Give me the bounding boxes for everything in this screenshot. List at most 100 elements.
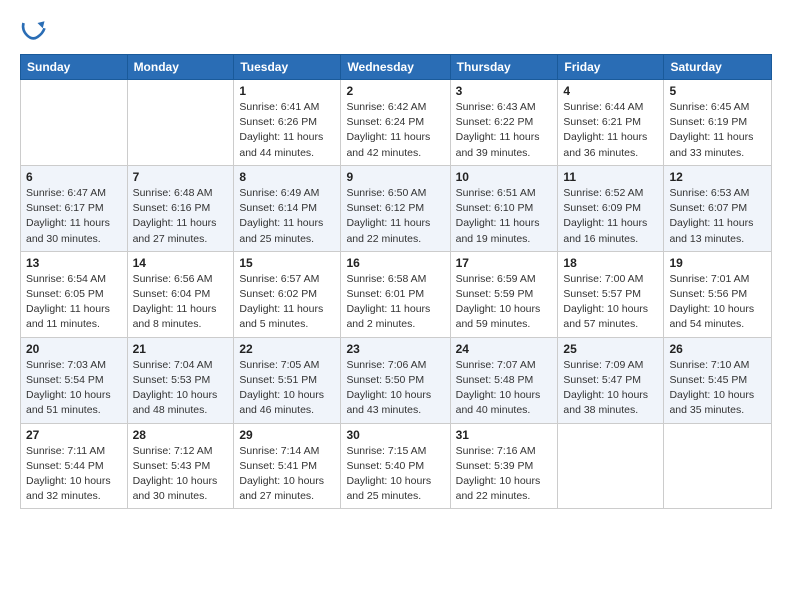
calendar-cell: 11Sunrise: 6:52 AM Sunset: 6:09 PM Dayli…	[558, 165, 664, 251]
header	[20, 16, 772, 44]
weekday-header-monday: Monday	[127, 55, 234, 80]
calendar-cell: 28 Sunrise: 7:12 AM Sunset: 5:43 PM Dayli…	[127, 423, 234, 509]
calendar-cell: 22Sunrise: 7:05 AM Sunset: 5:51 PM Dayli…	[234, 337, 341, 423]
day-number: 16	[346, 256, 444, 270]
day-info: Sunrise: 7:11 AM Sunset: 5:44 PM Dayligh…	[26, 444, 122, 505]
calendar-cell: 15Sunrise: 6:57 AM Sunset: 6:02 PM Dayli…	[234, 251, 341, 337]
day-info: Sunrise: 7:14 AM Sunset: 5:41 PM Dayligh…	[239, 444, 335, 505]
calendar-cell: 20 Sunrise: 7:03 AM Sunset: 5:54 PM Dayli…	[21, 337, 128, 423]
day-number: 6	[26, 170, 122, 184]
day-info: Sunrise: 6:41 AM Sunset: 6:26 PM Dayligh…	[239, 100, 335, 161]
weekday-header-saturday: Saturday	[664, 55, 772, 80]
calendar-cell: 24 Sunrise: 7:07 AM Sunset: 5:48 PM Dayli…	[450, 337, 558, 423]
day-info: Sunrise: 6:50 AM Sunset: 6:12 PM Dayligh…	[346, 186, 444, 247]
day-info: Sunrise: 6:58 AM Sunset: 6:01 PM Dayligh…	[346, 272, 444, 333]
calendar-cell: 7 Sunrise: 6:48 AM Sunset: 6:16 PM Daylig…	[127, 165, 234, 251]
day-number: 7	[133, 170, 229, 184]
day-number: 5	[669, 84, 766, 98]
calendar-cell: 1 Sunrise: 6:41 AM Sunset: 6:26 PM Daylig…	[234, 80, 341, 166]
calendar-cell: 13 Sunrise: 6:54 AM Sunset: 6:05 PM Dayli…	[21, 251, 128, 337]
day-info: Sunrise: 6:59 AM Sunset: 5:59 PM Dayligh…	[456, 272, 553, 333]
day-number: 21	[133, 342, 229, 356]
day-info: Sunrise: 7:09 AM Sunset: 5:47 PM Dayligh…	[563, 358, 658, 419]
calendar-cell: 3 Sunrise: 6:43 AM Sunset: 6:22 PM Daylig…	[450, 80, 558, 166]
day-number: 23	[346, 342, 444, 356]
day-number: 28	[133, 428, 229, 442]
day-number: 10	[456, 170, 553, 184]
day-info: Sunrise: 7:06 AM Sunset: 5:50 PM Dayligh…	[346, 358, 444, 419]
calendar-cell: 29 Sunrise: 7:14 AM Sunset: 5:41 PM Dayli…	[234, 423, 341, 509]
day-number: 8	[239, 170, 335, 184]
weekday-header-tuesday: Tuesday	[234, 55, 341, 80]
day-info: Sunrise: 7:03 AM Sunset: 5:54 PM Dayligh…	[26, 358, 122, 419]
calendar-cell: 16 Sunrise: 6:58 AM Sunset: 6:01 PM Dayli…	[341, 251, 450, 337]
day-info: Sunrise: 6:47 AM Sunset: 6:17 PM Dayligh…	[26, 186, 122, 247]
day-number: 30	[346, 428, 444, 442]
day-info: Sunrise: 6:56 AM Sunset: 6:04 PM Dayligh…	[133, 272, 229, 333]
day-number: 12	[669, 170, 766, 184]
day-info: Sunrise: 6:44 AM Sunset: 6:21 PM Dayligh…	[563, 100, 658, 161]
calendar-cell: 4 Sunrise: 6:44 AM Sunset: 6:21 PM Daylig…	[558, 80, 664, 166]
weekday-header-sunday: Sunday	[21, 55, 128, 80]
week-row-3: 13 Sunrise: 6:54 AM Sunset: 6:05 PM Dayli…	[21, 251, 772, 337]
day-number: 31	[456, 428, 553, 442]
day-number: 27	[26, 428, 122, 442]
day-number: 14	[133, 256, 229, 270]
calendar-cell	[558, 423, 664, 509]
weekday-header-wednesday: Wednesday	[341, 55, 450, 80]
weekday-header-friday: Friday	[558, 55, 664, 80]
day-info: Sunrise: 6:54 AM Sunset: 6:05 PM Dayligh…	[26, 272, 122, 333]
logo	[20, 16, 52, 44]
day-info: Sunrise: 6:53 AM Sunset: 6:07 PM Dayligh…	[669, 186, 766, 247]
calendar-cell: 17 Sunrise: 6:59 AM Sunset: 5:59 PM Dayli…	[450, 251, 558, 337]
day-number: 11	[563, 170, 658, 184]
calendar-cell: 30 Sunrise: 7:15 AM Sunset: 5:40 PM Dayli…	[341, 423, 450, 509]
calendar-cell: 8Sunrise: 6:49 AM Sunset: 6:14 PM Daylig…	[234, 165, 341, 251]
day-info: Sunrise: 6:57 AM Sunset: 6:02 PM Dayligh…	[239, 272, 335, 333]
calendar: SundayMondayTuesdayWednesdayThursdayFrid…	[20, 54, 772, 509]
day-number: 29	[239, 428, 335, 442]
day-info: Sunrise: 6:42 AM Sunset: 6:24 PM Dayligh…	[346, 100, 444, 161]
day-info: Sunrise: 7:12 AM Sunset: 5:43 PM Dayligh…	[133, 444, 229, 505]
calendar-cell: 21 Sunrise: 7:04 AM Sunset: 5:53 PM Dayli…	[127, 337, 234, 423]
calendar-cell: 12 Sunrise: 6:53 AM Sunset: 6:07 PM Dayli…	[664, 165, 772, 251]
week-row-2: 6 Sunrise: 6:47 AM Sunset: 6:17 PM Daylig…	[21, 165, 772, 251]
day-info: Sunrise: 6:43 AM Sunset: 6:22 PM Dayligh…	[456, 100, 553, 161]
day-number: 25	[563, 342, 658, 356]
day-number: 17	[456, 256, 553, 270]
day-info: Sunrise: 6:51 AM Sunset: 6:10 PM Dayligh…	[456, 186, 553, 247]
calendar-cell: 31Sunrise: 7:16 AM Sunset: 5:39 PM Dayli…	[450, 423, 558, 509]
day-info: Sunrise: 6:45 AM Sunset: 6:19 PM Dayligh…	[669, 100, 766, 161]
calendar-cell	[127, 80, 234, 166]
calendar-cell: 18 Sunrise: 7:00 AM Sunset: 5:57 PM Dayli…	[558, 251, 664, 337]
week-row-4: 20 Sunrise: 7:03 AM Sunset: 5:54 PM Dayli…	[21, 337, 772, 423]
calendar-cell: 6 Sunrise: 6:47 AM Sunset: 6:17 PM Daylig…	[21, 165, 128, 251]
day-number: 9	[346, 170, 444, 184]
day-number: 18	[563, 256, 658, 270]
day-number: 1	[239, 84, 335, 98]
calendar-cell: 19 Sunrise: 7:01 AM Sunset: 5:56 PM Dayli…	[664, 251, 772, 337]
day-number: 19	[669, 256, 766, 270]
page: SundayMondayTuesdayWednesdayThursdayFrid…	[0, 0, 792, 525]
week-row-5: 27 Sunrise: 7:11 AM Sunset: 5:44 PM Dayli…	[21, 423, 772, 509]
calendar-cell: 10 Sunrise: 6:51 AM Sunset: 6:10 PM Dayli…	[450, 165, 558, 251]
day-info: Sunrise: 7:01 AM Sunset: 5:56 PM Dayligh…	[669, 272, 766, 333]
calendar-cell: 27 Sunrise: 7:11 AM Sunset: 5:44 PM Dayli…	[21, 423, 128, 509]
calendar-cell: 26Sunrise: 7:10 AM Sunset: 5:45 PM Dayli…	[664, 337, 772, 423]
day-info: Sunrise: 7:07 AM Sunset: 5:48 PM Dayligh…	[456, 358, 553, 419]
weekday-header-row: SundayMondayTuesdayWednesdayThursdayFrid…	[21, 55, 772, 80]
day-number: 3	[456, 84, 553, 98]
day-number: 20	[26, 342, 122, 356]
calendar-cell: 25 Sunrise: 7:09 AM Sunset: 5:47 PM Dayli…	[558, 337, 664, 423]
day-info: Sunrise: 6:48 AM Sunset: 6:16 PM Dayligh…	[133, 186, 229, 247]
day-info: Sunrise: 7:15 AM Sunset: 5:40 PM Dayligh…	[346, 444, 444, 505]
calendar-cell: 14 Sunrise: 6:56 AM Sunset: 6:04 PM Dayli…	[127, 251, 234, 337]
day-info: Sunrise: 7:04 AM Sunset: 5:53 PM Dayligh…	[133, 358, 229, 419]
day-number: 13	[26, 256, 122, 270]
day-info: Sunrise: 7:00 AM Sunset: 5:57 PM Dayligh…	[563, 272, 658, 333]
day-number: 22	[239, 342, 335, 356]
week-row-1: 1 Sunrise: 6:41 AM Sunset: 6:26 PM Daylig…	[21, 80, 772, 166]
day-number: 24	[456, 342, 553, 356]
day-number: 4	[563, 84, 658, 98]
calendar-cell	[664, 423, 772, 509]
